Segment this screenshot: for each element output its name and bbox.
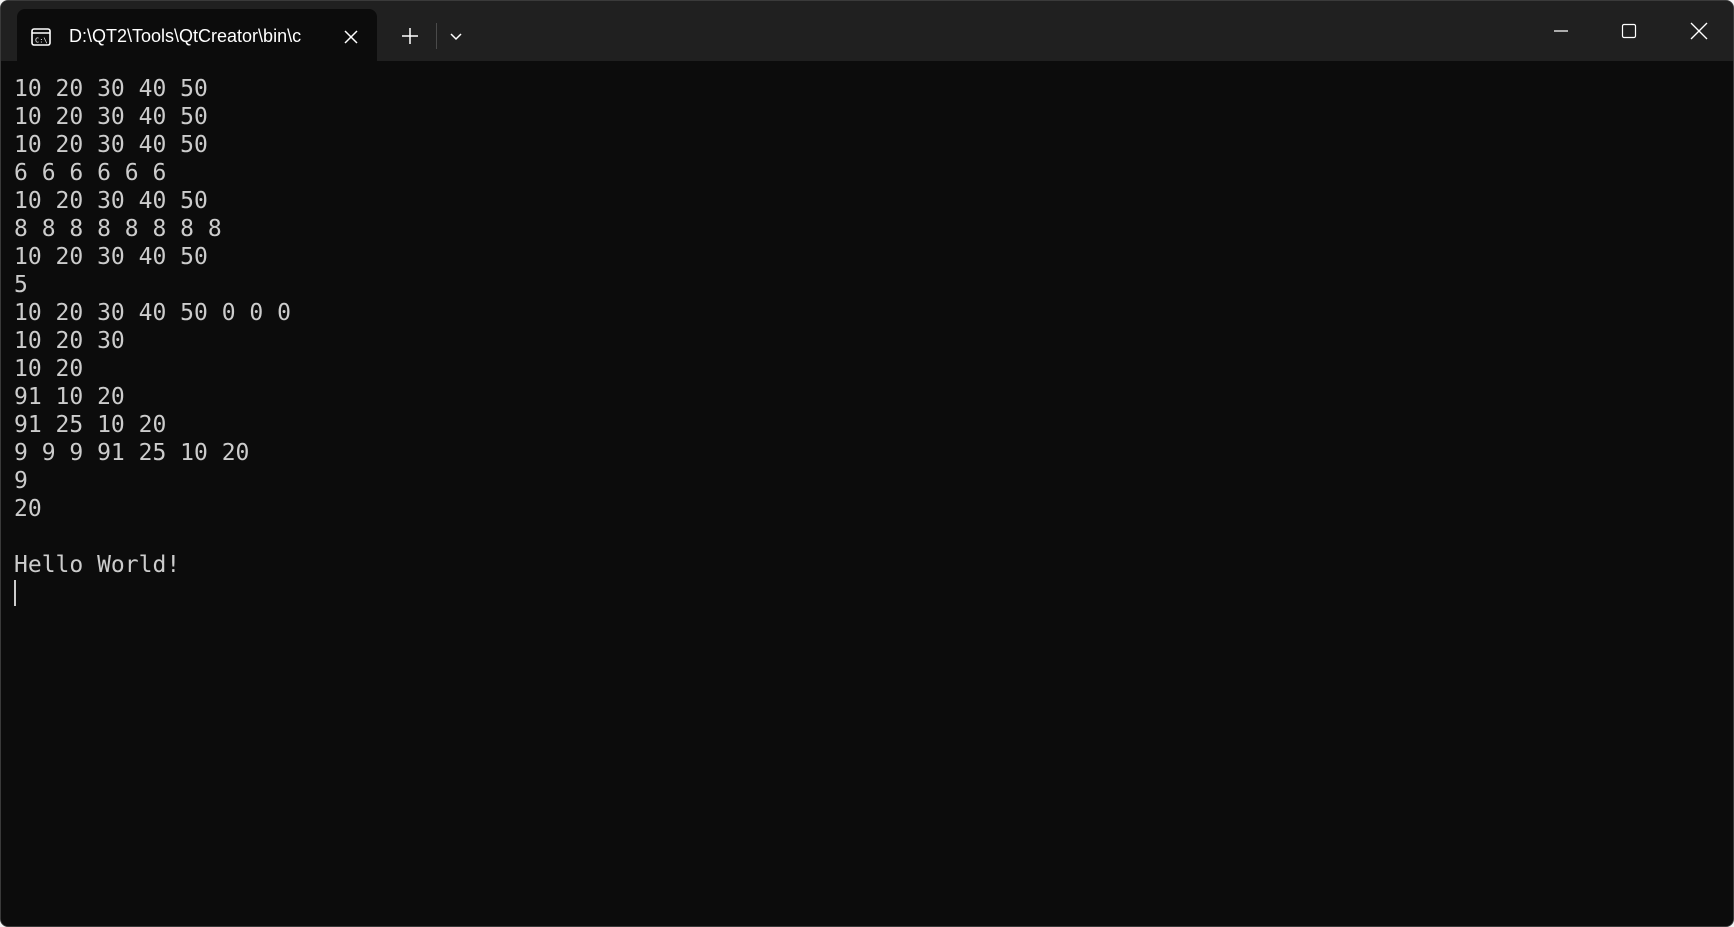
output-line: 6 6 6 6 6 6: [14, 160, 167, 186]
prompt-line[interactable]: [14, 579, 1733, 607]
close-icon: [1690, 22, 1708, 40]
tab-dropdown-button[interactable]: [441, 19, 471, 53]
output-line: 10 20 30 40 50: [14, 76, 208, 102]
close-tab-button[interactable]: [337, 23, 365, 51]
output-line: 10 20 30 40 50: [14, 188, 208, 214]
output-line: 91 10 20: [14, 384, 125, 410]
output-line: 10 20 30 40 50: [14, 244, 208, 270]
tab-separator: [436, 23, 437, 49]
terminal-output[interactable]: 10 20 30 40 50 10 20 30 40 50 10 20 30 4…: [1, 61, 1733, 926]
close-window-button[interactable]: [1665, 1, 1733, 61]
maximize-button[interactable]: [1595, 1, 1663, 61]
output-line: 10 20 30: [14, 328, 125, 354]
output-line: 10 20 30 40 50: [14, 104, 208, 130]
text-cursor: [14, 580, 16, 606]
svg-text:C:\: C:\: [35, 37, 48, 45]
output-line: 5: [14, 272, 28, 298]
close-icon: [344, 30, 358, 44]
console-icon: C:\: [31, 28, 51, 46]
output-line: Hello World!: [14, 552, 181, 578]
output-line: 20: [14, 496, 42, 522]
output-line: 8 8 8 8 8 8 8 8: [14, 216, 222, 242]
minimize-button[interactable]: [1527, 1, 1595, 61]
minimize-icon: [1554, 30, 1568, 32]
output-line: 9 9 9 91 25 10 20: [14, 440, 250, 466]
chevron-down-icon: [450, 33, 462, 41]
tab-title: D:\QT2\Tools\QtCreator\bin\c: [69, 26, 302, 46]
terminal-window: C:\ D:\QT2\Tools\QtCreator\bin\c 10 20 3…: [0, 0, 1734, 927]
output-line: 91 25 10 20: [14, 412, 167, 438]
output-line: 10 20 30 40 50 0 0 0: [14, 300, 291, 326]
output-line: 10 20: [14, 356, 84, 382]
tab-console[interactable]: C:\ D:\QT2\Tools\QtCreator\bin\c: [17, 9, 377, 61]
plus-icon: [402, 28, 418, 44]
output-line: 9: [14, 468, 28, 494]
maximize-icon: [1621, 23, 1637, 39]
output-line: 10 20 30 40 50: [14, 132, 208, 158]
new-tab-button[interactable]: [393, 19, 427, 53]
title-bar[interactable]: C:\ D:\QT2\Tools\QtCreator\bin\c: [1, 1, 1733, 61]
